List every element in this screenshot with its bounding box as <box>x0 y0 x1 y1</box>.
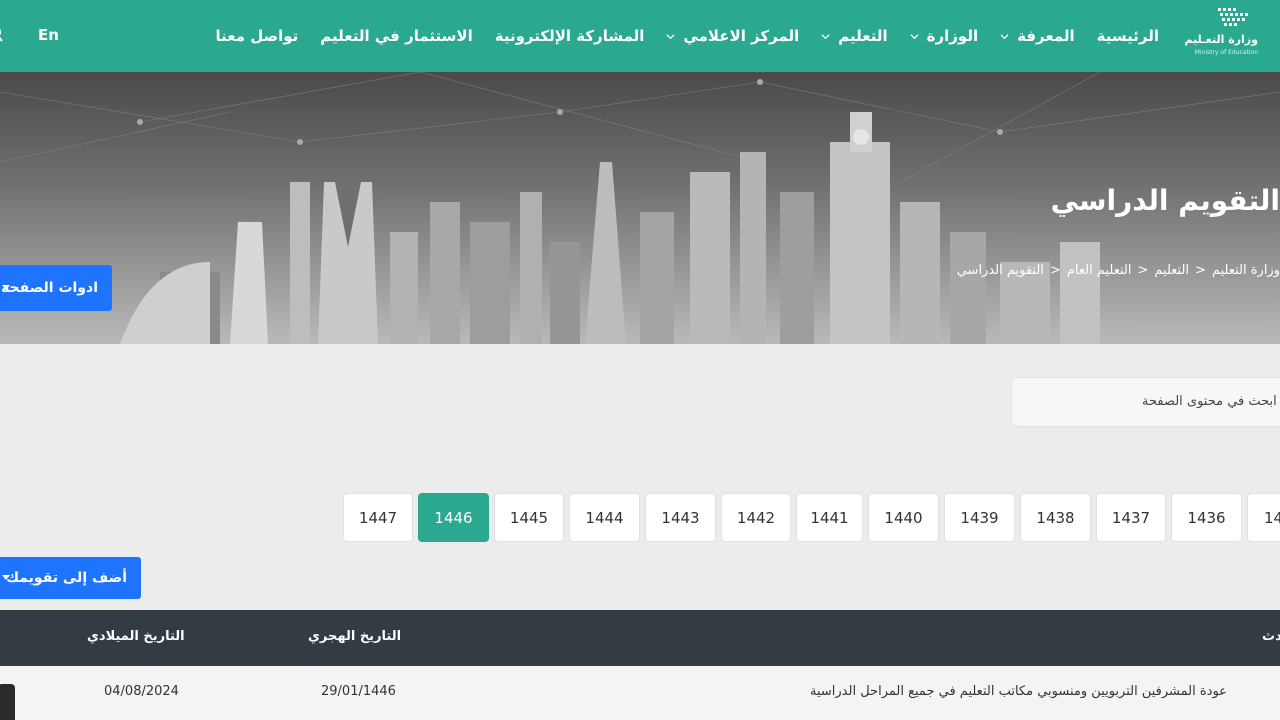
hero-banner: التقويم الدراسي وزارة التعليم > التعليم … <box>0 72 1280 344</box>
menu-item-e-participation[interactable]: المشاركة الإلكترونية <box>484 27 656 45</box>
year-tab-1438[interactable]: 1438 <box>1020 493 1091 542</box>
page-title: التقويم الدراسي <box>1050 184 1280 217</box>
year-tab-1446[interactable]: 1446 <box>418 493 489 542</box>
menu-item-label: الوزارة <box>926 27 979 45</box>
menu-item-knowledge[interactable]: المعرفة <box>989 27 1086 45</box>
menu-item-investment[interactable]: الاستثمار في التعليم <box>309 27 483 45</box>
menu-item-label: المركز الاعلامي <box>683 27 800 45</box>
breadcrumb-item-ministry[interactable]: وزارة التعليم <box>1212 263 1280 278</box>
cell-hijri-date: 29/01/1446 <box>321 684 396 699</box>
table-row: 04/08/2024 29/01/1446 عودة المشرفين التر… <box>0 666 1280 720</box>
breadcrumb-item-general-education[interactable]: التعليم العام <box>1067 263 1132 278</box>
menu-item-label: تواصل معنا <box>215 27 299 45</box>
chevron-down-icon <box>821 33 830 39</box>
breadcrumb: وزارة التعليم > التعليم > التعليم العام … <box>951 263 1280 278</box>
page-tools-label: ادوات الصفحة <box>1 280 98 296</box>
search-icon[interactable] <box>0 24 8 46</box>
year-tab-1444[interactable]: 1444 <box>569 493 640 542</box>
year-tab-1441[interactable]: 1441 <box>796 493 863 542</box>
breadcrumb-separator: > <box>1137 263 1149 278</box>
column-header-gregorian: التاريخ الميلادي <box>87 629 185 644</box>
chevron-down-icon <box>910 33 919 39</box>
caret-down-icon <box>2 575 10 580</box>
logo-subtitle: Ministry of Education <box>1194 49 1258 56</box>
top-navbar: En الرئيسية المعرفة الوزارة التعليم المر… <box>0 0 1280 72</box>
caret-down-icon <box>2 285 10 290</box>
logo-text: وزارة التعـليم <box>1184 33 1258 46</box>
menu-item-contact[interactable]: تواصل معنا <box>204 27 309 45</box>
menu-item-home[interactable]: الرئيسية <box>1086 27 1170 45</box>
year-tab-1439[interactable]: 1439 <box>944 493 1015 542</box>
year-tab-1443[interactable]: 1443 <box>645 493 716 542</box>
breadcrumb-separator: > <box>1049 263 1061 278</box>
side-scroll-tab[interactable] <box>0 684 15 720</box>
year-tab-1436[interactable]: 1436 <box>1171 493 1242 542</box>
breadcrumb-item-current: التقويم الدراسي <box>956 263 1044 278</box>
menu-item-media-center[interactable]: المركز الاعلامي <box>655 27 810 45</box>
calendar-table-header: التاريخ الميلادي التاريخ الهجري الحدث <box>0 610 1280 666</box>
year-tab-1435[interactable]: 1435 <box>1247 493 1280 542</box>
chevron-down-icon <box>1000 33 1009 39</box>
column-header-event: الحدث <box>1262 629 1280 644</box>
page-tools-button[interactable]: ادوات الصفحة <box>0 265 112 311</box>
menu-item-label: التعليم <box>838 27 888 45</box>
menu-item-label: الاستثمار في التعليم <box>320 27 473 45</box>
menu-item-ministry[interactable]: الوزارة <box>899 27 989 45</box>
chevron-down-icon <box>666 33 675 39</box>
year-tab-1447[interactable]: 1447 <box>343 493 413 542</box>
breadcrumb-separator: > <box>1195 263 1206 278</box>
year-tab-1440[interactable]: 1440 <box>868 493 939 542</box>
main-menu: الرئيسية المعرفة الوزارة التعليم المركز … <box>204 0 1170 72</box>
menu-item-label: الرئيسية <box>1096 27 1159 45</box>
page-search-input[interactable]: ابحث في محتوى الصفحة <box>1011 377 1280 427</box>
menu-item-education[interactable]: التعليم <box>810 27 898 45</box>
add-to-calendar-button[interactable]: أضف إلى تقويمك <box>0 557 141 599</box>
add-to-calendar-label: أضف إلى تقويمك <box>6 570 127 586</box>
column-header-hijri: التاريخ الهجري <box>308 629 402 644</box>
year-tab-1437[interactable]: 1437 <box>1096 493 1166 542</box>
menu-item-label: المشاركة الإلكترونية <box>494 27 645 45</box>
language-toggle[interactable]: En <box>38 26 59 44</box>
cell-event: عودة المشرفين التربويين ومنسوبي مكاتب ال… <box>810 684 1227 699</box>
menu-item-label: المعرفة <box>1017 27 1075 45</box>
search-placeholder: ابحث في محتوى الصفحة <box>1142 394 1277 409</box>
year-tab-1442[interactable]: 1442 <box>721 493 791 542</box>
year-tab-1445[interactable]: 1445 <box>494 493 564 542</box>
cell-gregorian-date: 04/08/2024 <box>104 684 179 699</box>
breadcrumb-item-education[interactable]: التعليم <box>1154 263 1189 278</box>
